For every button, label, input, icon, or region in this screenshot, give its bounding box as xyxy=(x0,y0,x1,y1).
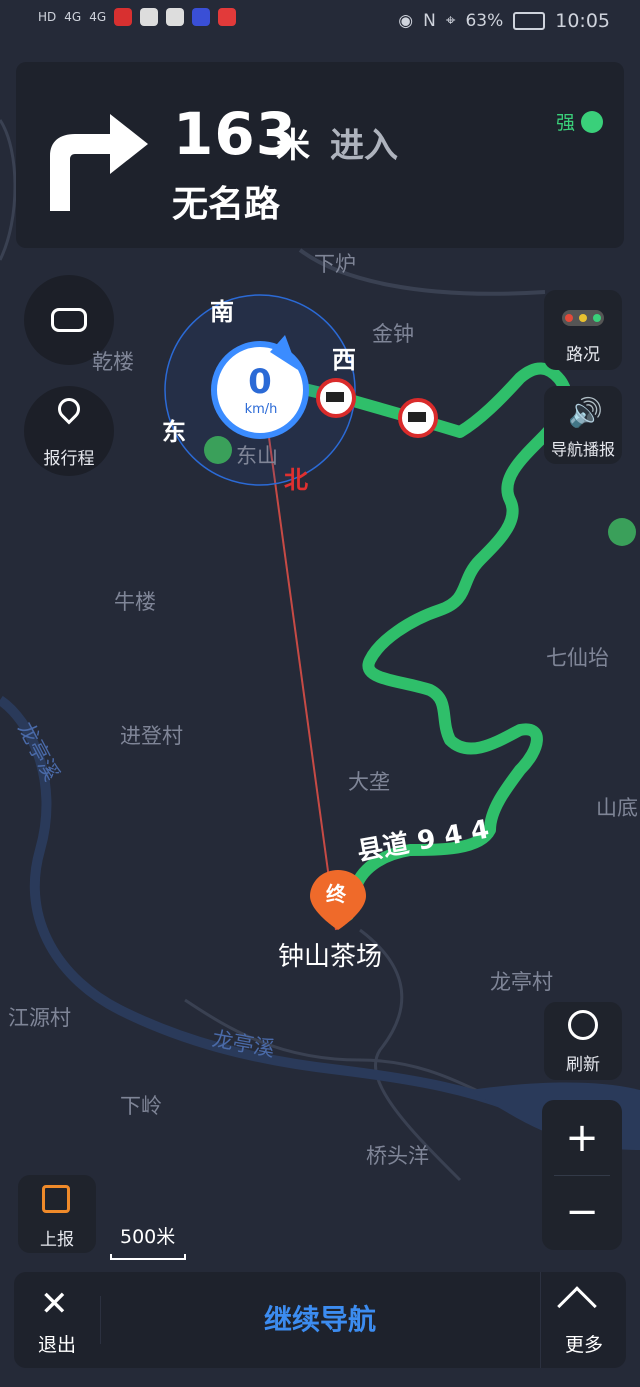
signal-4g-2: 4G xyxy=(89,10,107,24)
nfc-icon: N xyxy=(423,11,436,31)
refresh-button[interactable]: 刷新 xyxy=(544,1002,622,1080)
speed-unit: km/h xyxy=(244,402,278,417)
map-label: 进登村 xyxy=(120,724,183,748)
map-label: 乾楼 xyxy=(92,350,134,374)
app-icon xyxy=(192,8,211,26)
app-icon xyxy=(140,8,159,26)
gps-signal: 强 xyxy=(556,108,604,135)
traffic-label: 路况 xyxy=(566,345,600,365)
right-turn-arrow-icon xyxy=(50,114,148,211)
battery-percent: 63% xyxy=(465,11,504,31)
battery-icon xyxy=(513,12,546,30)
map-label: 江源村 xyxy=(8,1006,71,1030)
report-button[interactable]: 上报 xyxy=(18,1175,96,1253)
close-icon: ✕ xyxy=(40,1284,69,1324)
refresh-icon xyxy=(568,1010,598,1040)
map-label: 龙亭村 xyxy=(490,970,553,994)
satellite-icon xyxy=(581,110,604,133)
map-label: 牛楼 xyxy=(114,590,156,614)
map-label: 东山 xyxy=(236,444,278,468)
distance-unit: 米 xyxy=(276,126,310,166)
car-view-icon xyxy=(51,308,87,332)
signal-4g: 4G xyxy=(64,10,82,24)
report-label: 上报 xyxy=(40,1230,74,1250)
destination-label: 钟山茶场 xyxy=(278,942,383,972)
more-label: 更多 xyxy=(564,1334,603,1356)
speed-value: 0 xyxy=(248,362,272,402)
location-pin-icon xyxy=(53,393,85,425)
edit-icon xyxy=(42,1185,70,1213)
zoom-in-button[interactable]: + xyxy=(542,1108,622,1168)
chevron-up-icon xyxy=(557,1286,597,1326)
hd-indicator: HD xyxy=(38,10,57,24)
exit-button[interactable]: ✕ 退出 xyxy=(14,1272,100,1368)
more-button[interactable]: 更多 xyxy=(540,1272,627,1368)
map-label: 桥头洋 xyxy=(366,1144,429,1168)
voice-label: 导航播报 xyxy=(550,440,615,459)
map-label: 山底 xyxy=(596,796,638,820)
continue-navigation-button[interactable]: 继续导航 xyxy=(100,1272,540,1368)
destination-marker-label: 终 xyxy=(326,882,346,906)
clock: 10:05 xyxy=(555,10,610,32)
mic-icon xyxy=(114,8,133,26)
location-icon: ⌖ xyxy=(445,11,456,31)
exit-label: 退出 xyxy=(37,1334,76,1356)
map-label: 下炉 xyxy=(314,252,356,276)
scale-label: 500米 xyxy=(120,1226,176,1248)
report-trip-button[interactable]: 报行程 xyxy=(24,386,114,476)
scale-bar xyxy=(110,1254,186,1260)
map-label: 七仙坮 xyxy=(546,646,609,670)
compass-north: 北 xyxy=(284,466,308,494)
traffic-light-icon xyxy=(562,310,604,326)
toutiao-icon xyxy=(218,8,237,26)
zoom-divider xyxy=(554,1175,610,1176)
status-bar: HD 4G 4G ◉ N ⌖ 63% 10:05 xyxy=(0,0,640,46)
refresh-label: 刷新 xyxy=(566,1055,600,1075)
next-road-name: 无名路 xyxy=(172,184,281,225)
map-label: 金钟 xyxy=(372,322,414,346)
zoom-controls: + − xyxy=(542,1100,622,1250)
gps-signal-label: 强 xyxy=(556,112,576,134)
eye-icon: ◉ xyxy=(398,11,414,31)
report-trip-label: 报行程 xyxy=(43,449,95,469)
mountain-pin-icon xyxy=(204,436,232,464)
compass-east: 东 xyxy=(162,418,186,446)
compass-south: 南 xyxy=(210,298,234,326)
voice-button[interactable]: 🔊 导航播报 xyxy=(544,386,622,464)
zoom-out-button[interactable]: − xyxy=(542,1182,622,1242)
map-label: 大垄 xyxy=(348,770,390,794)
map-label: 下岭 xyxy=(120,1094,162,1118)
traffic-button[interactable]: 路况 xyxy=(544,290,622,370)
turn-action: 进入 xyxy=(330,126,398,166)
wechat-icon xyxy=(166,8,185,26)
mountain-pin-icon xyxy=(608,518,636,546)
speaker-icon: 🔊 xyxy=(568,396,603,429)
compass-west: 西 xyxy=(332,346,356,374)
